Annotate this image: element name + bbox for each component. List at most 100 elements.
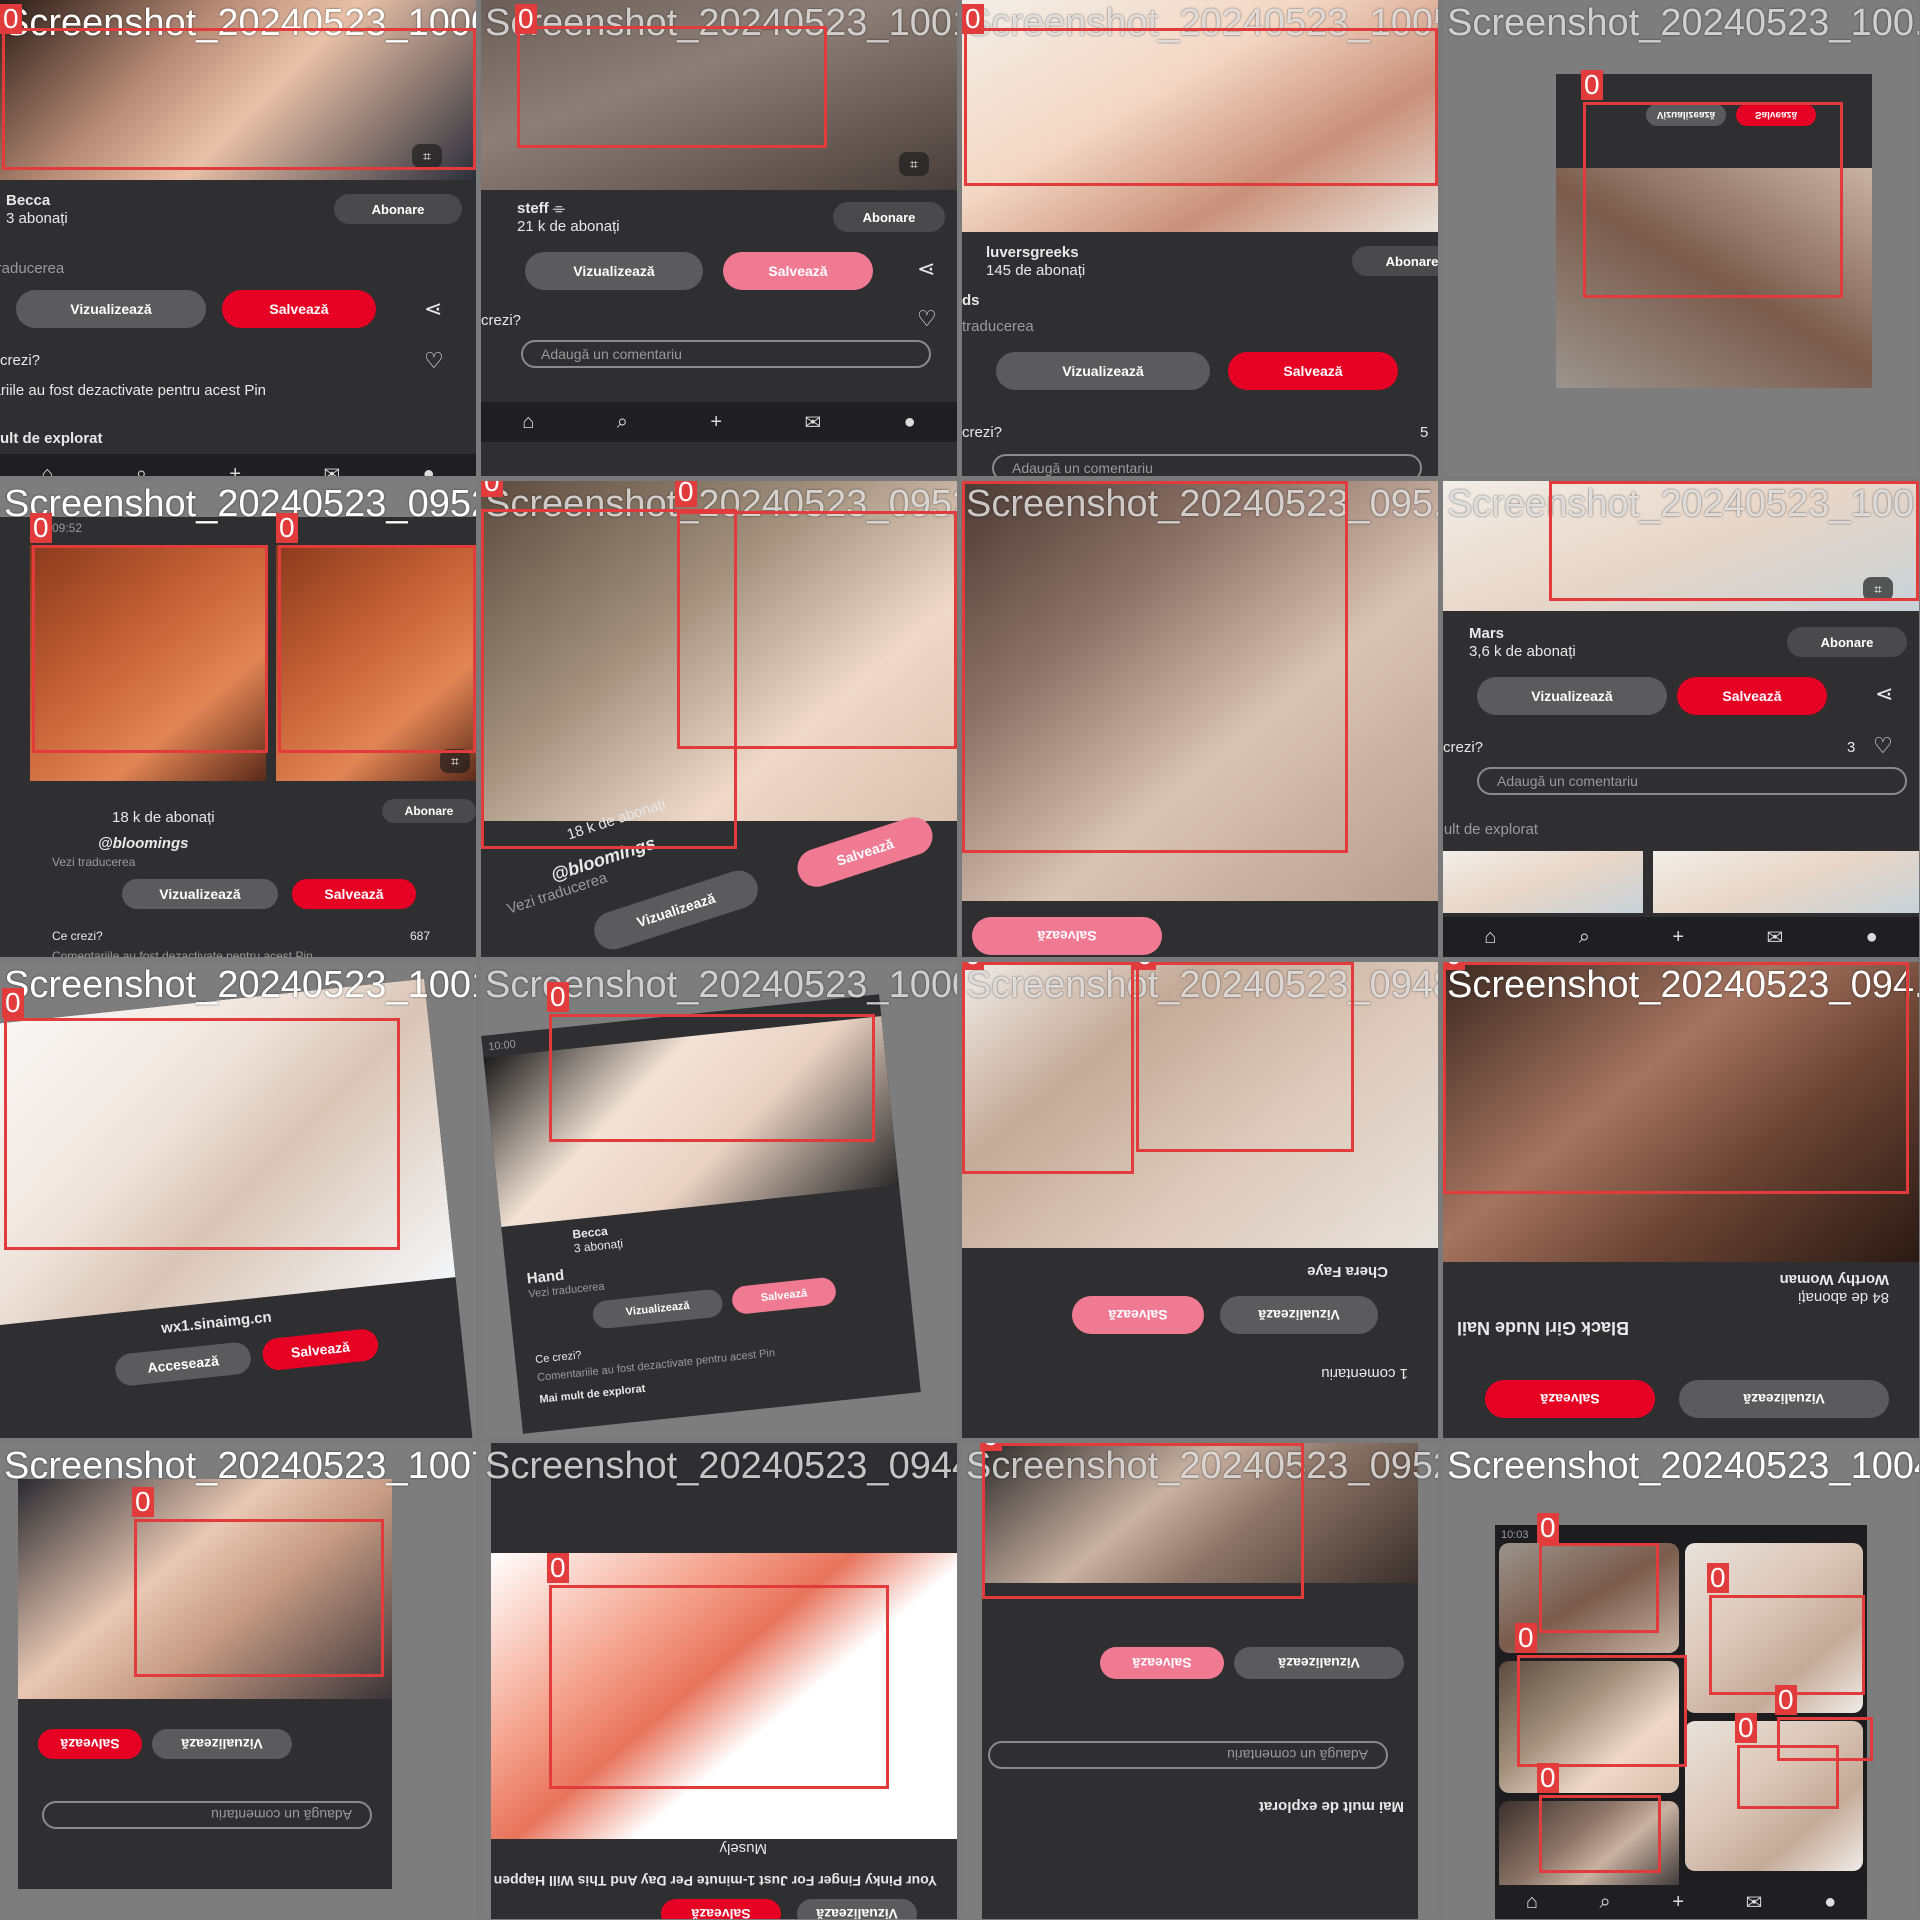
plus-icon[interactable]: +	[1672, 926, 1684, 949]
comment-input[interactable]: Adaugă un comentariu	[988, 1741, 1388, 1769]
follow-button[interactable]: Abonare	[382, 799, 476, 823]
save-button[interactable]: Salvează	[1677, 677, 1827, 715]
plus-icon[interactable]: +	[229, 463, 241, 477]
save-button[interactable]: Salvează	[1228, 352, 1398, 390]
comment-input[interactable]: Adaugă un comentariu	[992, 454, 1422, 476]
view-button[interactable]: Vizualizează	[1477, 677, 1667, 715]
bottom-nav: ⌂ ⌕ + ✉ ●	[1443, 917, 1919, 957]
detection-label: 0	[1735, 1713, 1757, 1743]
search-icon[interactable]: ⌕	[617, 411, 628, 434]
save-button[interactable]: Salvează	[972, 917, 1162, 955]
detection-box	[549, 1585, 889, 1789]
save-button[interactable]: Salvează	[1100, 1647, 1224, 1679]
view-button[interactable]: Vizualizează	[1220, 1296, 1378, 1334]
messages-icon[interactable]: ✉	[1766, 925, 1783, 950]
home-icon[interactable]: ⌂	[1484, 926, 1496, 949]
detection-box	[1539, 1795, 1661, 1873]
username[interactable]: Mars	[1469, 625, 1504, 642]
detection-label: 0	[30, 513, 52, 543]
tile-filename: Screenshot_20240523_1004...	[1447, 1445, 1919, 1487]
plus-icon[interactable]: +	[710, 411, 722, 434]
save-button[interactable]: Salvează	[260, 1327, 380, 1372]
tile-10: 10:00 Becca 3 abonați Hand Vezi traducer…	[481, 962, 957, 1438]
detection-box	[962, 481, 1348, 853]
home-icon[interactable]: ⌂	[522, 411, 534, 434]
explore-thumb[interactable]	[1653, 851, 1919, 913]
search-icon[interactable]: ⌕	[1600, 1891, 1611, 1914]
save-button[interactable]: Salvează	[723, 252, 873, 290]
follow-button[interactable]: Abonare	[833, 202, 945, 232]
translate-link[interactable]: Vezi traducerea	[52, 855, 135, 869]
messages-icon[interactable]: ✉	[323, 462, 340, 477]
detection-box	[1539, 1543, 1659, 1633]
messages-icon[interactable]: ✉	[1746, 1890, 1763, 1915]
view-button[interactable]: Vizualizează	[591, 1288, 724, 1330]
view-button[interactable]: Vizualizează	[1679, 1380, 1889, 1418]
avatar[interactable]: ●	[1866, 926, 1878, 949]
avatar[interactable]: ●	[1824, 1891, 1836, 1914]
save-button[interactable]: Salvează	[661, 1899, 781, 1919]
search-icon[interactable]: ⌕	[1579, 926, 1590, 949]
share-icon[interactable]: ⋖	[917, 256, 935, 282]
view-button[interactable]: Vizualizează	[525, 252, 703, 290]
translate-link[interactable]: Vezi traducerea	[0, 260, 64, 277]
follower-count: 3,6 k de abonați	[1469, 643, 1576, 660]
view-button[interactable]: Vizualizează	[1234, 1647, 1404, 1679]
bottom-nav: ⌂ ⌕ + ✉ ●	[0, 454, 476, 476]
access-button[interactable]: Accesează	[113, 1341, 253, 1388]
source-label: Musely	[719, 1840, 767, 1857]
comment-input[interactable]: Adaugă un comentariu	[1477, 767, 1907, 795]
home-icon[interactable]: ⌂	[1526, 1891, 1538, 1914]
heart-icon[interactable]: ♡	[917, 306, 937, 332]
save-button[interactable]: Salvează	[292, 879, 416, 909]
username[interactable]: luversgreeks	[986, 244, 1079, 261]
view-button[interactable]: Vizualizează	[122, 879, 278, 909]
visual-search-icon[interactable]: ⌗	[899, 152, 929, 176]
heart-icon[interactable]: ♡	[424, 348, 444, 374]
search-icon[interactable]: ⌕	[136, 463, 147, 477]
follow-button[interactable]: Abonare	[1787, 627, 1907, 657]
what-think-label: crezi?	[0, 352, 41, 369]
plus-icon[interactable]: +	[1672, 1891, 1684, 1914]
username[interactable]: Becca	[6, 192, 50, 209]
tile-15: Vizualizează Salvează Adaugă un comentar…	[962, 1443, 1438, 1919]
comment-input[interactable]: Adaugă un comentariu	[521, 340, 931, 368]
messages-icon[interactable]: ✉	[804, 410, 821, 435]
avatar[interactable]: ●	[423, 463, 435, 477]
follow-button[interactable]: Abonare	[1352, 246, 1438, 276]
detection-label: 0	[1581, 70, 1603, 100]
username[interactable]: Chera Faye	[1307, 1263, 1388, 1280]
tile-16: 10:03 ⌂ ⌕ + ✉ ● Screenshot_20240523_1004…	[1443, 1443, 1919, 1919]
comment-input[interactable]: Adaugă un comentariu	[42, 1801, 372, 1829]
save-button[interactable]: Salvează	[730, 1276, 838, 1316]
heart-icon[interactable]: ♡	[1873, 733, 1893, 759]
explore-thumb[interactable]	[1443, 851, 1643, 913]
username[interactable]: Worthy Woman	[1780, 1271, 1889, 1288]
save-button[interactable]: Salvează	[38, 1729, 142, 1759]
share-icon[interactable]: ⋖	[1875, 681, 1893, 707]
tile-filename: Screenshot_20240523_094412_Pinterest.jpg	[485, 1445, 957, 1487]
follower-count: 84 de abonați	[1798, 1289, 1889, 1306]
link-source[interactable]: wx1.sinaimg.cn	[160, 1309, 272, 1337]
pin-title: ds	[962, 292, 980, 309]
comments-disabled-text: Comentariile au fost dezactivate pentru …	[52, 949, 313, 957]
view-button[interactable]: Vizualizează	[589, 865, 763, 955]
view-button[interactable]: Vizualizează	[996, 352, 1210, 390]
view-button[interactable]: Vizualizează	[152, 1729, 292, 1759]
avatar[interactable]: ●	[904, 411, 916, 434]
view-button[interactable]: Vizualizează	[797, 1899, 917, 1919]
share-icon[interactable]: ⋖	[424, 296, 442, 322]
view-button[interactable]: Vizualizează	[16, 290, 206, 328]
save-button[interactable]: Salvează	[1485, 1380, 1655, 1418]
save-button[interactable]: Salvează	[222, 290, 376, 328]
what-think-label: Ce crezi?	[534, 1349, 583, 1367]
save-button[interactable]: Salvează	[792, 812, 938, 892]
more-explore-label: Mai mult de explorat	[538, 1382, 646, 1406]
translate-link[interactable]: traducerea	[962, 318, 1034, 335]
save-button[interactable]: Salvează	[1072, 1296, 1204, 1334]
username[interactable]: @bloomings	[98, 835, 188, 852]
follow-button[interactable]: Abonare	[334, 194, 462, 224]
username[interactable]: steff ⌯	[517, 200, 565, 217]
home-icon[interactable]: ⌂	[41, 463, 53, 477]
detection-box	[32, 545, 268, 753]
